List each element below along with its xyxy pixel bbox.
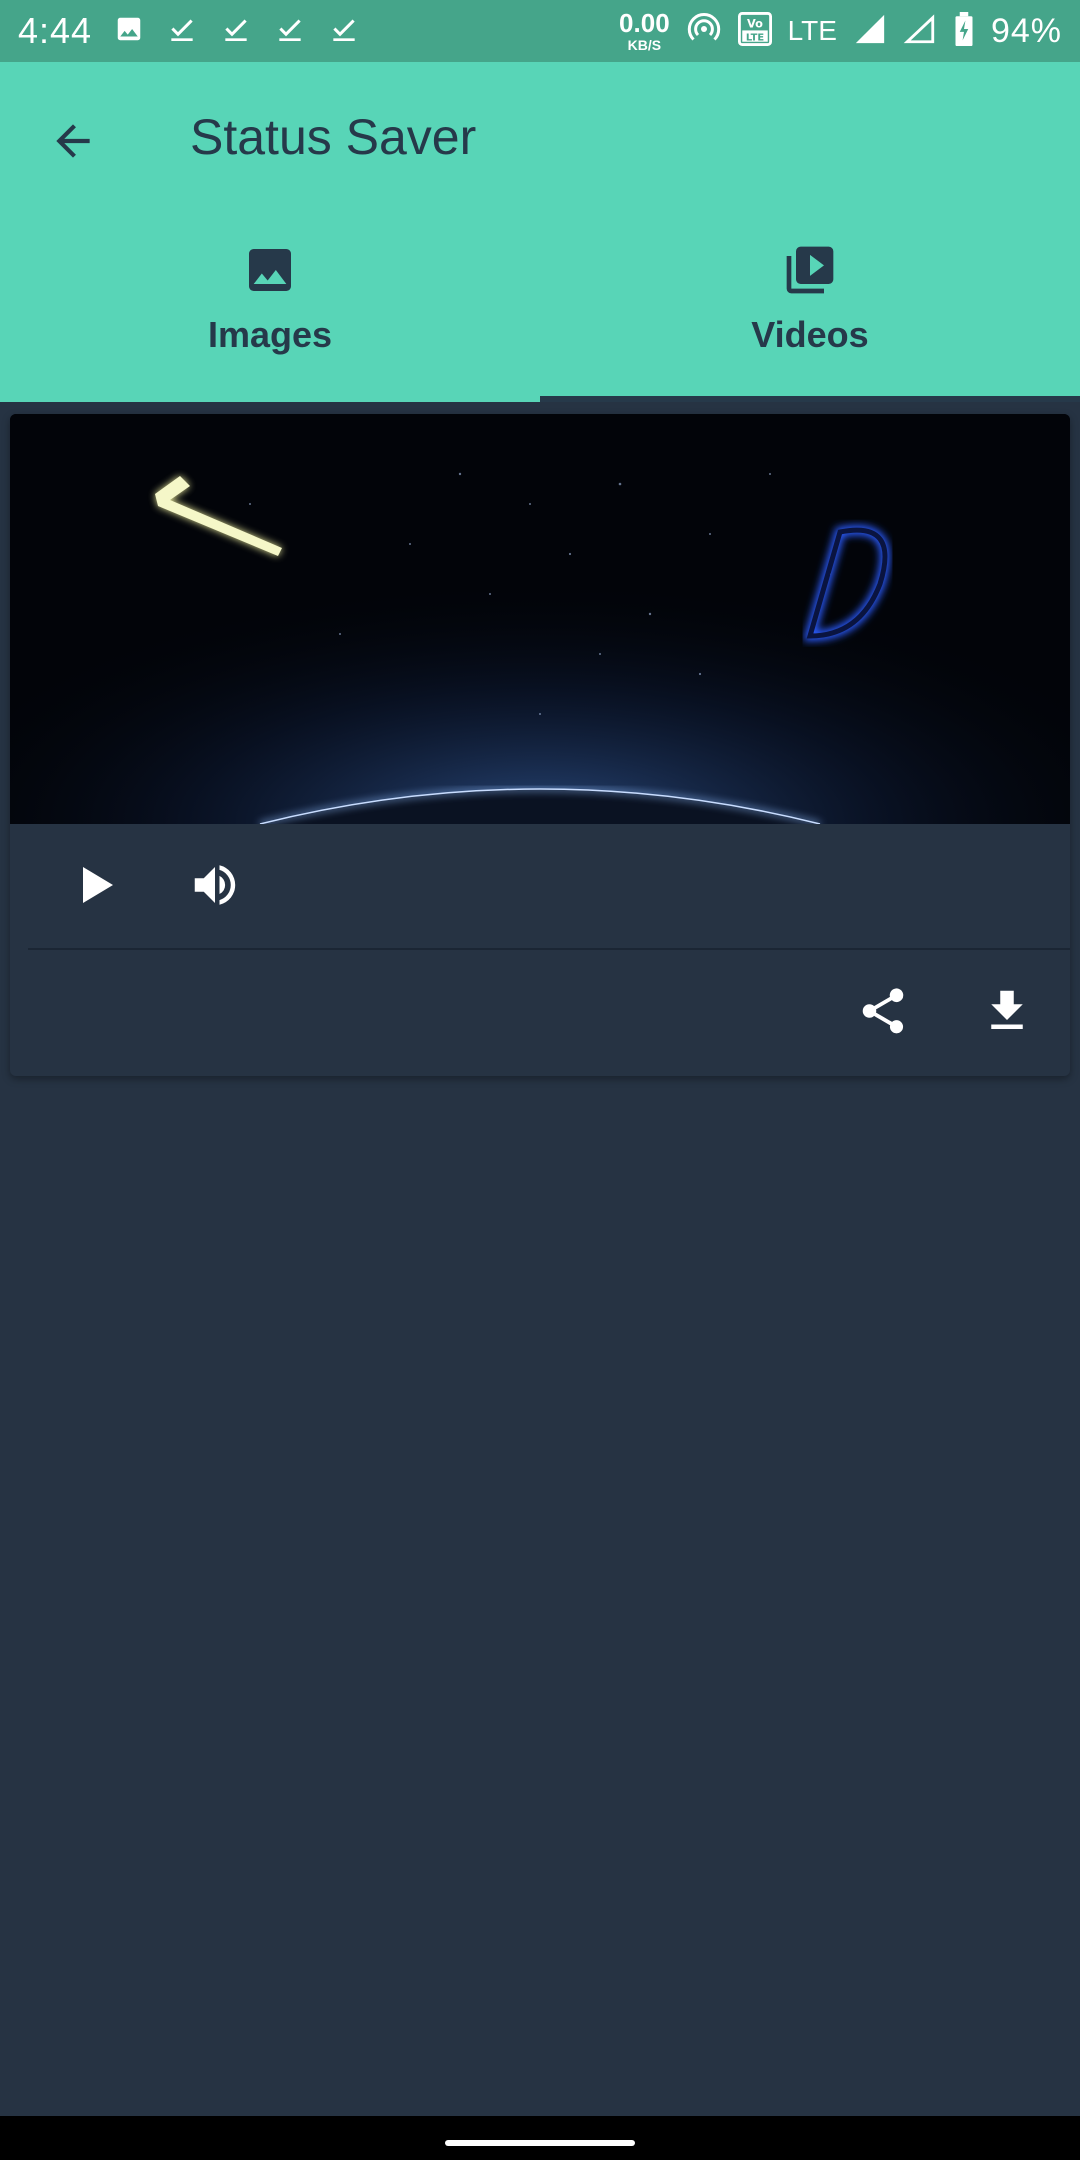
video-library-icon (782, 242, 838, 298)
net-speed: 0.00 KB/S (619, 10, 670, 52)
tab-bar: Images Videos (0, 232, 1080, 402)
hotspot-icon (686, 11, 722, 52)
signal-outline-icon (903, 12, 937, 51)
signal-icon (853, 12, 887, 51)
check-icon (274, 13, 306, 50)
video-card (10, 414, 1070, 1076)
download-button[interactable] (974, 980, 1040, 1046)
svg-text:Vo: Vo (747, 16, 763, 30)
svg-text:LTE: LTE (746, 32, 764, 43)
status-time: 4:44 (18, 10, 93, 51)
image-icon (114, 14, 144, 49)
volume-button[interactable] (182, 854, 248, 920)
video-controls (10, 824, 1070, 950)
volume-up-icon (188, 858, 242, 917)
status-left: 4:44 (18, 10, 360, 52)
share-icon (856, 984, 910, 1043)
card-actions (10, 950, 1070, 1076)
play-button[interactable] (62, 854, 128, 920)
page-title: Status Saver (190, 109, 477, 165)
app-bar: Status Saver Images Videos (0, 62, 1080, 402)
tab-selected-indicator (540, 396, 1080, 402)
home-gesture-handle[interactable] (445, 2140, 635, 2146)
tab-images-label: Images (207, 314, 333, 355)
video-thumbnail (10, 414, 1070, 824)
tab-videos[interactable]: Videos (540, 232, 1080, 402)
image-icon (242, 242, 298, 298)
battery-icon (953, 11, 975, 51)
status-bar: 4:44 0.00 KB/S Vo LTE LTE 94% (0, 0, 1080, 62)
network-type: LTE (787, 15, 837, 46)
check-icon (166, 13, 198, 50)
volte-icon: Vo LTE (737, 11, 772, 51)
check-icon (328, 13, 360, 50)
download-icon (980, 984, 1034, 1043)
net-speed-unit: KB/S (627, 37, 662, 53)
tab-images[interactable]: Images (0, 232, 540, 402)
status-right: 0.00 KB/S Vo LTE LTE 94% (619, 10, 1062, 52)
play-icon (71, 861, 119, 914)
net-speed-value: 0.00 (619, 8, 670, 38)
battery-level: 94% (990, 11, 1062, 50)
arrow-back-icon (48, 116, 98, 171)
back-button[interactable] (40, 110, 106, 176)
check-icon (220, 13, 252, 50)
tab-videos-label: Videos (751, 314, 869, 355)
system-nav-bar (0, 2116, 1080, 2160)
share-button[interactable] (850, 980, 916, 1046)
video-player[interactable] (10, 414, 1070, 824)
